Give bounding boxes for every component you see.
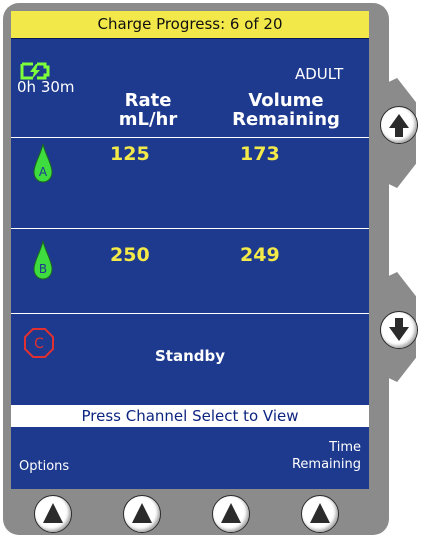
volume-remaining-header: Volume Remaining (231, 91, 341, 129)
up-arrow-icon (310, 503, 330, 523)
softkey-button-3[interactable] (212, 495, 250, 533)
up-arrow-icon (132, 503, 152, 523)
channel-a-row[interactable]: A 125 173 (11, 138, 369, 228)
stop-octagon-icon: C (24, 328, 54, 358)
options-softkey-label: Options (19, 459, 70, 474)
up-arrow-icon (221, 503, 241, 523)
drop-icon: A (33, 143, 53, 183)
channel-c-row[interactable]: C Standby (11, 314, 369, 404)
time-remaining-softkey-button[interactable] (301, 495, 339, 533)
channel-a-rate: 125 (110, 143, 150, 165)
down-arrow-button[interactable] (380, 311, 418, 349)
patient-mode-label: ADULT (295, 65, 344, 83)
channel-a-volume: 173 (240, 143, 280, 165)
infusion-pump-device: Charge Progress: 6 of 20 0h 30m ADULT Ra… (0, 0, 422, 539)
drop-icon: B (33, 240, 53, 280)
time-remaining-line2: Remaining (291, 457, 361, 472)
rate-header: Rate mL/hr (115, 91, 181, 129)
channel-b-row[interactable]: B 250 249 (11, 229, 369, 313)
volume-header-line1: Volume (248, 90, 324, 111)
options-softkey-button[interactable] (34, 495, 72, 533)
up-arrow-icon (389, 114, 409, 137)
channel-b-letter: B (39, 262, 47, 276)
message-bar: Press Channel Select to View (11, 405, 369, 427)
channel-b-rate: 250 (110, 244, 150, 266)
rate-header-line1: Rate (124, 90, 172, 111)
down-arrow-icon (389, 318, 409, 341)
charge-progress-bar: Charge Progress: 6 of 20 (11, 11, 369, 39)
up-arrow-button[interactable] (380, 106, 418, 144)
channel-c-status: Standby (155, 347, 226, 365)
time-remaining-softkey-label: Time Remaining (292, 439, 361, 473)
softkey-button-2[interactable] (123, 495, 161, 533)
volume-header-line2: Remaining (232, 109, 340, 130)
channel-a-letter: A (39, 165, 48, 179)
rate-header-line2: mL/hr (118, 109, 178, 130)
pump-screen: Charge Progress: 6 of 20 0h 30m ADULT Ra… (11, 11, 369, 489)
time-remaining-line1: Time (329, 440, 361, 455)
time-remaining-battery: 0h 30m (17, 78, 75, 96)
up-arrow-icon (43, 503, 63, 523)
channel-b-volume: 249 (240, 244, 280, 266)
channel-c-letter: C (34, 336, 44, 352)
